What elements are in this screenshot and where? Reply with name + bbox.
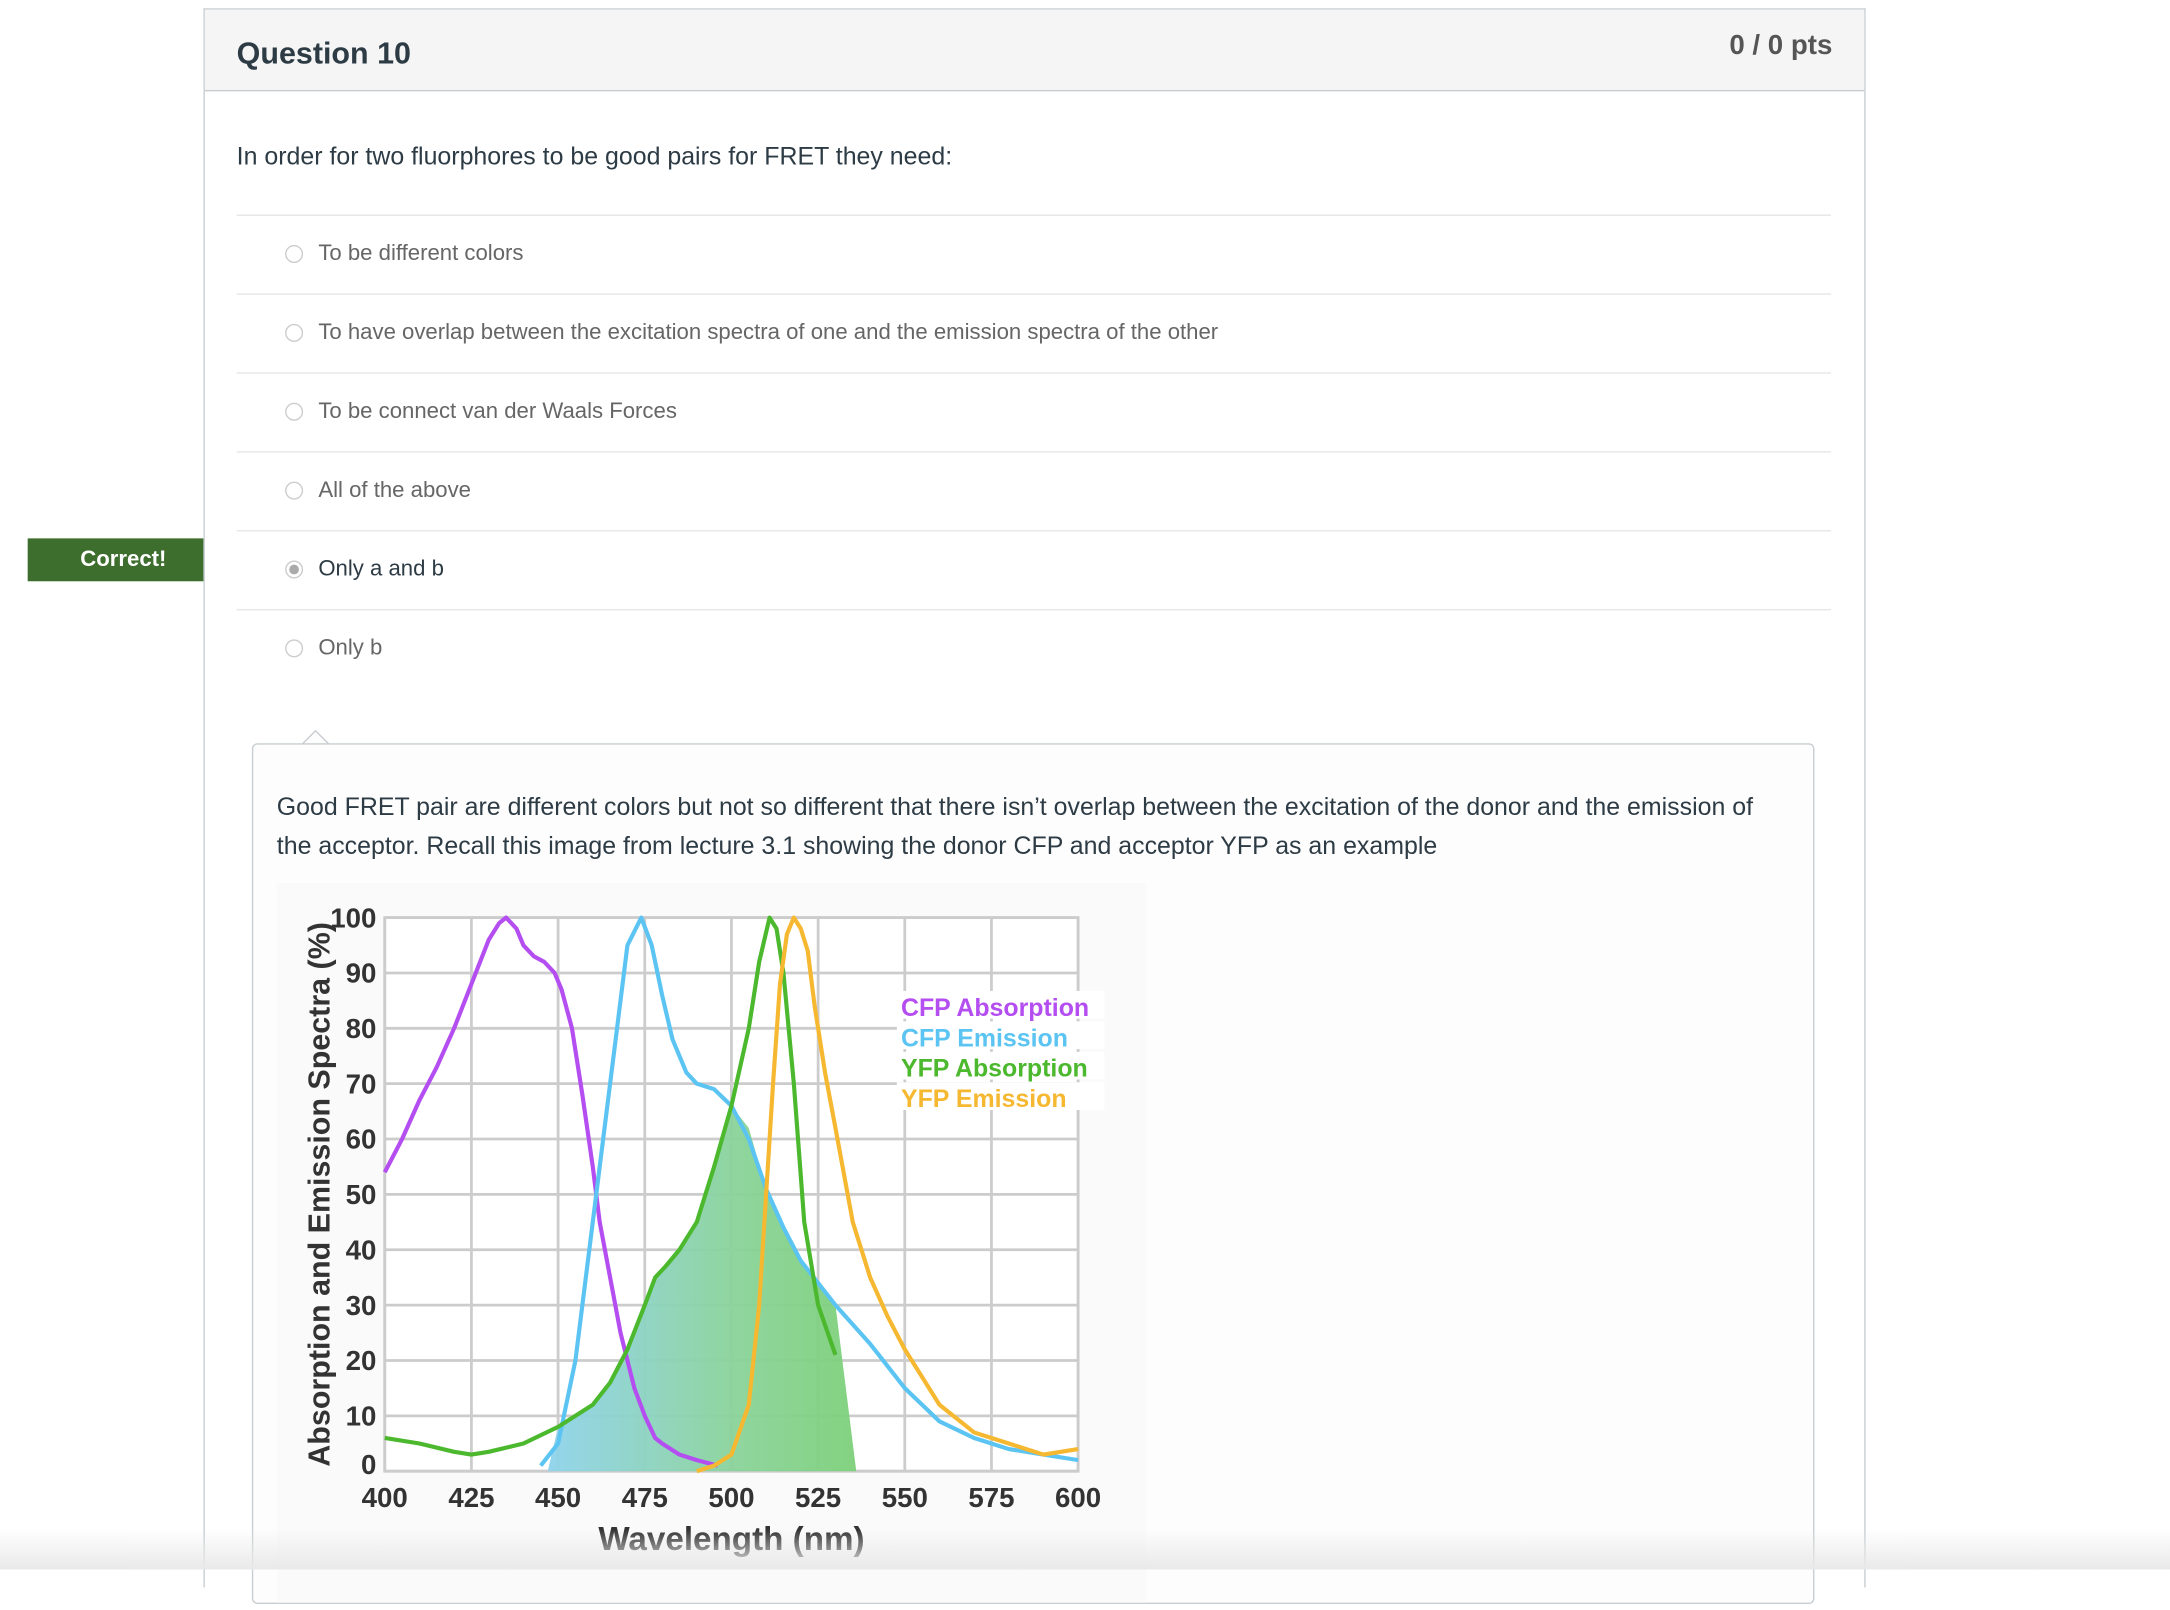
x-tick-label: 575 [968,1482,1014,1513]
y-tick-label: 10 [346,1401,377,1432]
answer-option[interactable]: To be connect van der Waals Forces [236,372,1832,451]
radio-button[interactable] [285,560,304,579]
y-tick-label: 40 [346,1234,377,1265]
bottom-fade [0,1529,2170,1570]
answer-option[interactable]: To have overlap between the excitation s… [236,293,1832,372]
x-tick-label: 600 [1055,1482,1101,1513]
answer-list: To be different colors To have overlap be… [236,214,1832,688]
question-points: 0 / 0 pts [1729,30,1833,61]
comment-text: Good FRET pair are different colors but … [276,793,1754,860]
answer-option[interactable]: Only b [236,608,1832,688]
x-tick-label: 450 [535,1482,581,1513]
y-tick-label: 70 [346,1068,377,1099]
answer-comment: Good FRET pair are different colors but … [251,743,1815,1605]
legend-entry: CFP Emission [901,1024,1068,1052]
radio-button[interactable] [285,402,304,421]
answer-label: To be connect van der Waals Forces [318,399,677,424]
correct-badge: Correct! [27,538,227,582]
y-tick-label: 20 [346,1345,377,1376]
y-tick-label: 100 [330,902,376,933]
x-tick-label: 475 [622,1482,668,1513]
y-tick-label: 30 [346,1290,377,1321]
radio-button[interactable] [285,639,304,658]
answer-label: All of the above [318,478,471,503]
radio-button[interactable] [285,481,304,500]
x-tick-label: 550 [882,1482,928,1513]
answer-option[interactable]: All of the above [236,451,1832,530]
x-tick-label: 400 [362,1482,408,1513]
legend-entry: YFP Absorption [901,1055,1088,1083]
y-tick-label: 60 [346,1124,377,1155]
radio-button[interactable] [285,244,304,263]
answer-label: To be different colors [318,242,524,266]
y-tick-label: 50 [346,1179,377,1210]
legend-entry: YFP Emission [901,1085,1067,1113]
answer-option[interactable]: Only a and b [236,530,1832,609]
answer-label: To have overlap between the excitation s… [318,321,1219,345]
question-title: Question 10 [236,35,411,71]
radio-button[interactable] [285,323,304,342]
answer-option[interactable]: To be different colors [236,214,1832,294]
chart-svg: 400 425 450 475 500 525 550 575 600 0 10 20 30 40 50 60… [302,902,1105,1558]
y-tick-label: 90 [346,958,377,989]
question-header: Question 10 0 / 0 pts [204,9,1865,92]
question-text: In order for two fluorphores to be good … [236,142,953,171]
fret-spectra-chart: 400 425 450 475 500 525 550 575 600 0 10 20 30 40 50 60… [276,882,1146,1603]
answer-label: Only b [318,636,383,661]
x-tick-label: 500 [708,1482,754,1513]
x-tick-label: 525 [795,1482,841,1513]
answer-label: Only a and b [318,557,444,582]
x-tick-label: 425 [448,1482,494,1513]
y-tick-label: 80 [346,1013,377,1044]
y-axis-label: Absorption and Emission Spectra (%) [302,922,336,1467]
legend-entry: CFP Absorption [901,994,1089,1022]
y-tick-label: 0 [361,1449,376,1480]
